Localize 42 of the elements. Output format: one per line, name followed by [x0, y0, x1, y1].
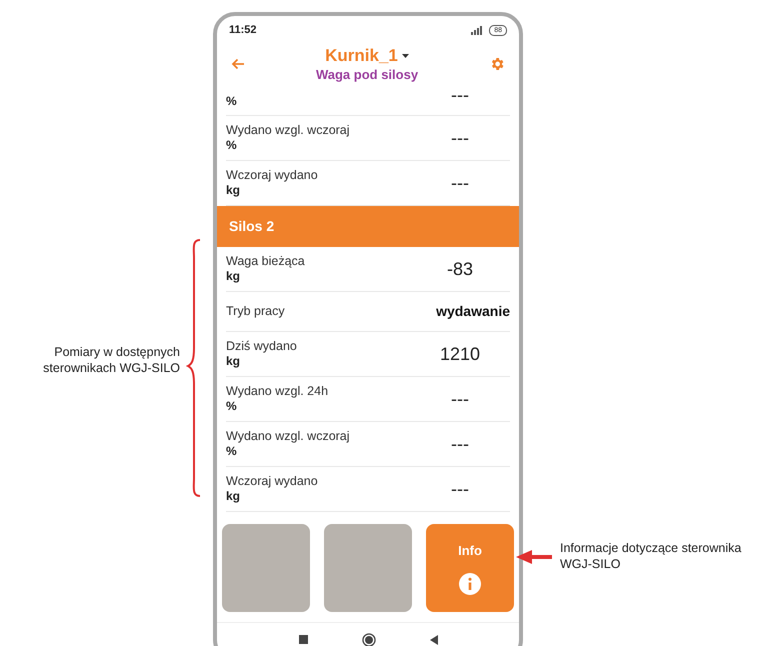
back-arrow-icon[interactable] [231, 58, 245, 70]
info-icon [459, 572, 481, 595]
stop-square-icon[interactable] [298, 635, 308, 644]
measurement-label: Dziś wydano [226, 339, 298, 354]
measurement-value: --- [450, 126, 470, 150]
measurement-value: wydawanie [436, 302, 510, 321]
unit-label: % [226, 444, 238, 459]
unit-label: kg [226, 489, 242, 504]
measurement-label: Wczoraj wydano [226, 474, 319, 489]
status-time: 11:52 [229, 22, 257, 38]
unit-label: % [226, 94, 238, 109]
screen-title[interactable]: Kurnik_1 [325, 45, 398, 66]
measurement-label: Wydano wzgl. wczoraj [226, 123, 351, 138]
back-triangle-icon[interactable] [430, 634, 438, 644]
settings-icon[interactable] [489, 56, 505, 72]
measurement-value: --- [450, 432, 470, 456]
home-circle-icon[interactable] [362, 632, 376, 646]
measurement-value: --- [450, 172, 470, 194]
unit-label: % [226, 399, 238, 414]
measurement-value: -83 [446, 258, 474, 280]
screen-subtitle: Waga pod silosy [316, 66, 418, 83]
measurement-value: 1210 [438, 342, 482, 366]
unit-label: kg [226, 269, 242, 284]
annotation-text: Pomiary w dostępnych sterownikach WGJ-SILO [42, 344, 180, 376]
pointer-arrow [516, 550, 552, 564]
annotation-text: Informacje dotyczące sterownika WGJ-SILO [560, 540, 742, 572]
measurement-label: Tryb pracy [226, 304, 286, 319]
blank-tile[interactable] [324, 524, 412, 612]
unit-label: kg [226, 183, 242, 198]
measurement-value: --- [450, 84, 470, 107]
blank-tile[interactable] [222, 524, 310, 612]
section-header: Silos 2 [217, 206, 519, 247]
measurement-value: --- [450, 388, 470, 410]
unit-label: kg [226, 354, 242, 369]
info-button[interactable]: Info [426, 524, 514, 612]
measurement-label: Wydano wzgl. 24h [226, 384, 330, 399]
unit-label: % [226, 138, 238, 153]
measurement-label: Wczoraj wydano [226, 168, 319, 183]
measurement-label: Wydano wzgl. wczoraj [226, 429, 351, 444]
dropdown-caret-icon[interactable] [402, 54, 409, 58]
measurement-label: Waga bieżąca [226, 254, 306, 269]
measurement-value: --- [450, 478, 470, 500]
